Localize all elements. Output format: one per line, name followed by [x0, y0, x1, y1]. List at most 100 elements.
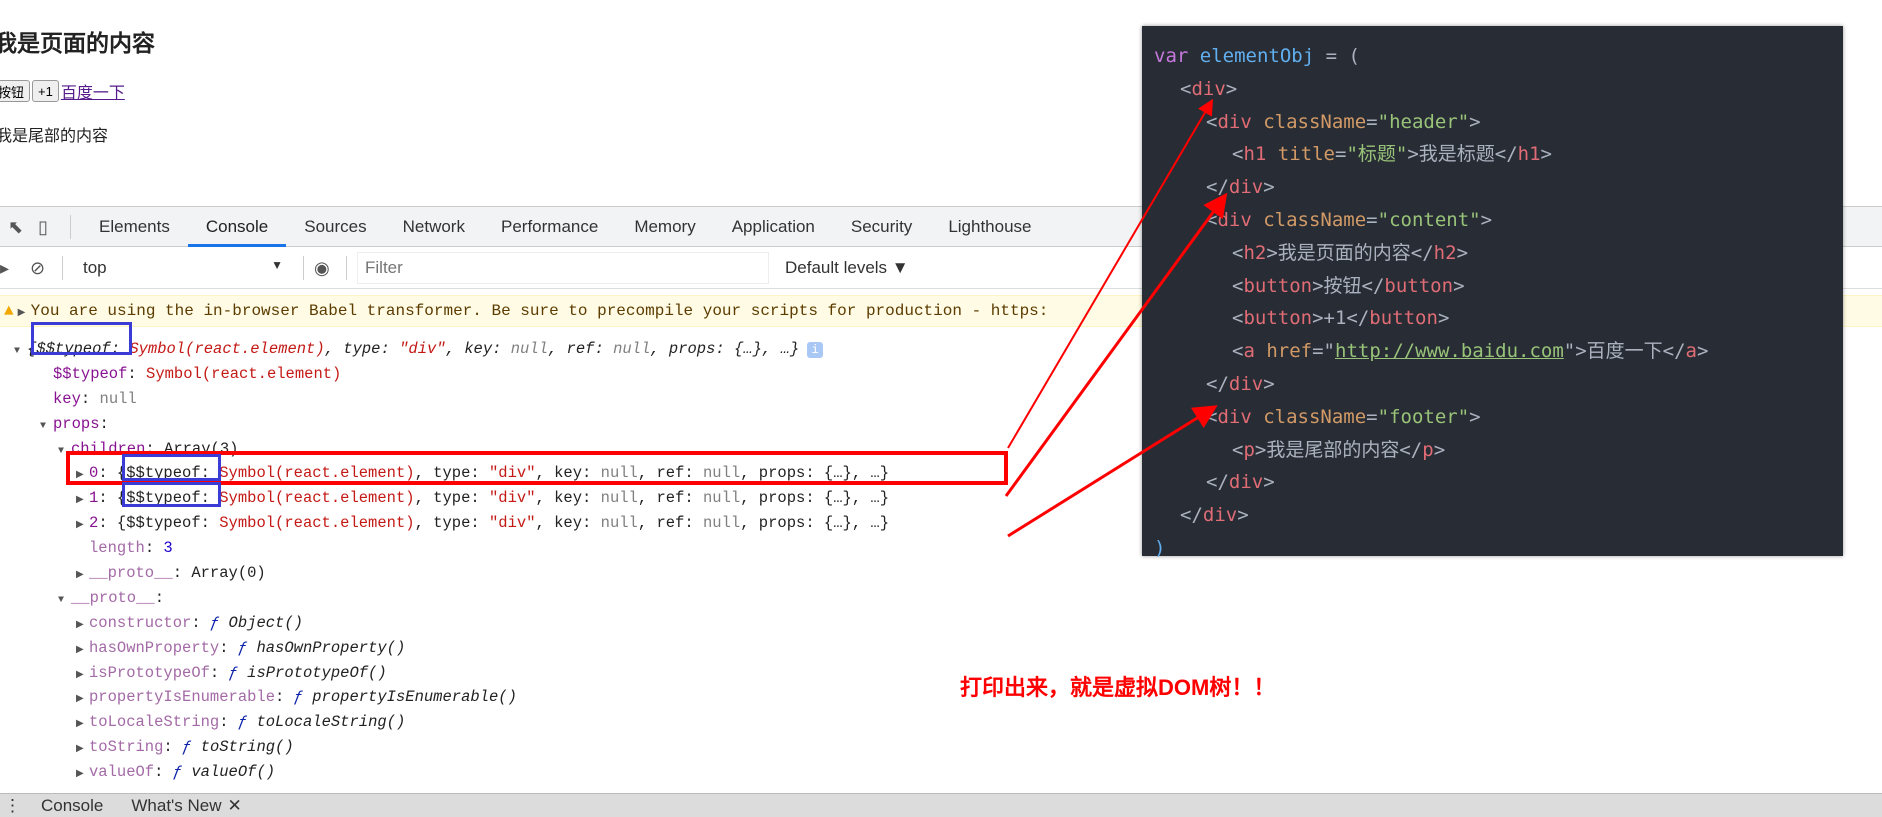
tree-token: "div" — [489, 489, 536, 508]
page-heading: 我是页面的内容 — [0, 30, 155, 56]
expand-arrow-icon[interactable]: ▶ — [76, 763, 89, 788]
tree-token: : — [154, 763, 173, 782]
tree-token: null — [600, 514, 638, 533]
tree-token: : Array(0) — [172, 564, 266, 583]
log-levels-dropdown[interactable]: Default levels ▼ — [785, 258, 909, 278]
code-token: > — [1469, 405, 1481, 428]
tree-row: key: null — [0, 387, 889, 412]
code-line: <div className="content"> — [1142, 204, 1843, 237]
page-button[interactable]: 按钮 — [0, 80, 31, 102]
tree-row[interactable]: ▶ hasOwnProperty: ƒ hasOwnProperty() — [0, 636, 889, 661]
tree-row[interactable]: ▶ isPrototypeOf: ƒ isPrototypeOf() — [0, 661, 889, 686]
tab-security[interactable]: Security — [833, 207, 930, 247]
tree-row[interactable]: ▼ __proto__: — [0, 586, 889, 611]
sidebar-toggle-icon[interactable]: ▸ — [0, 255, 22, 281]
device-toolbar-icon[interactable]: ▯ — [38, 214, 60, 240]
code-token: > — [1433, 438, 1446, 461]
tree-row[interactable]: ▶ propertyIsEnumerable: ƒ propertyIsEnume… — [0, 685, 889, 710]
tree-token: : — [127, 364, 147, 383]
tree-token: Symbol(react.element) — [129, 340, 325, 358]
drawer-tab-console[interactable]: Console — [41, 796, 103, 816]
code-token: elementObj — [1199, 45, 1326, 67]
tab-performance[interactable]: Performance — [483, 207, 616, 247]
more-icon[interactable]: ⋮ — [4, 796, 21, 816]
code-token: div — [1228, 372, 1264, 395]
tree-token: Object() — [228, 613, 303, 632]
tree-token: props — [53, 414, 100, 433]
code-token: =" — [1312, 340, 1335, 363]
tree-token: : — [154, 588, 165, 607]
tab-application[interactable]: Application — [714, 207, 833, 247]
expand-arrow-icon[interactable]: ▶ — [18, 299, 31, 329]
eye-icon[interactable]: ◉ — [314, 255, 336, 281]
info-icon[interactable]: i — [807, 342, 824, 358]
code-token: = — [1366, 208, 1378, 231]
tab-console[interactable]: Console — [187, 207, 287, 247]
tree-token: length — [89, 539, 145, 558]
tree-row[interactable]: ▶ constructor: ƒ Object() — [0, 611, 889, 636]
baidu-link[interactable]: 百度一下 — [61, 79, 125, 103]
code-token: div — [1202, 504, 1238, 527]
code-token: >我是页面的内容</ — [1266, 241, 1434, 264]
code-token: p — [1243, 438, 1255, 461]
tree-token: , props: {…}, …} — [650, 340, 800, 358]
tree-token: valueOf — [89, 763, 155, 782]
inspect-element-icon[interactable]: ⬉ — [8, 214, 30, 240]
tree-token: ƒ — [237, 638, 257, 657]
code-line: <button>+1</button> — [1142, 302, 1843, 335]
tree-row[interactable]: ▶ 2: {$$typeof: Symbol(react.element), ty… — [0, 511, 889, 536]
tree-token: 2 — [89, 514, 99, 533]
tree-row[interactable]: ▶ valueOf: ƒ valueOf() — [0, 760, 889, 785]
code-token: > — [1456, 241, 1469, 264]
code-token: a — [1685, 340, 1697, 363]
code-token: button — [1384, 274, 1454, 297]
divider — [70, 214, 71, 239]
code-token: </ — [1206, 176, 1229, 199]
code-token: >按钮</ — [1312, 274, 1385, 297]
code-token: button — [1243, 274, 1313, 297]
code-token: "header" — [1377, 110, 1470, 133]
tab-sources[interactable]: Sources — [286, 207, 384, 247]
dropdown-icon: ▼ — [271, 257, 283, 272]
tree-token: "div" — [399, 340, 446, 358]
tree-token: isPrototypeOf — [89, 663, 210, 682]
plus-one-button[interactable]: +1 — [32, 80, 59, 102]
tree-token: null — [702, 489, 741, 508]
tree-token: : {$$typeof: — [98, 514, 220, 533]
code-line: <div className="footer"> — [1142, 401, 1843, 434]
tree-row[interactable]: ▶ toString: ƒ toString() — [0, 735, 889, 760]
tree-row[interactable]: ▶ __proto__: Array(0) — [0, 561, 889, 586]
code-token: http://www.baidu.com — [1335, 340, 1564, 363]
tree-token: toString — [89, 738, 164, 757]
tree-token: Symbol(react.element) — [219, 489, 415, 508]
tab-memory[interactable]: Memory — [616, 207, 713, 247]
close-icon[interactable]: ✕ — [228, 796, 242, 816]
code-token: < — [1206, 208, 1218, 231]
code-token: div — [1217, 405, 1264, 428]
code-token: < — [1206, 110, 1218, 133]
tab-elements[interactable]: Elements — [81, 207, 188, 247]
context-selector[interactable]: top ▼ — [73, 258, 293, 278]
tree-token: , type: — [324, 340, 400, 358]
tab-lighthouse[interactable]: Lighthouse — [930, 207, 1049, 247]
tree-token: $$typeof — [53, 364, 128, 383]
tree-row[interactable]: ▼ {$$typeof: Symbol(react.element), type:… — [0, 337, 889, 362]
code-token: > — [1263, 471, 1275, 494]
tree-token: : — [163, 738, 183, 757]
clear-console-icon[interactable]: ⊘ — [30, 255, 52, 281]
tree-row[interactable]: ▼ props: — [0, 412, 889, 437]
drawer-tab-whats-new[interactable]: What's New — [131, 796, 221, 816]
warning-icon: ▲ — [4, 302, 14, 320]
tab-network[interactable]: Network — [385, 207, 483, 247]
tree-row[interactable]: ▶ toLocaleString: ƒ toLocaleString() — [0, 710, 889, 735]
code-line: </div> — [1142, 171, 1843, 204]
tree-token: , type: — [414, 489, 489, 508]
code-token: "标题" — [1346, 143, 1408, 166]
code-line: <a href="http://www.baidu.com">百度一下</a> — [1142, 335, 1843, 368]
code-token: > — [1469, 110, 1481, 133]
tree-token: Symbol(react.element) — [219, 514, 415, 533]
filter-input[interactable] — [357, 251, 769, 284]
tree-token: null — [702, 514, 741, 533]
tree-token: , key: — [535, 514, 601, 533]
tree-token: , props: {…}, …} — [740, 489, 890, 508]
